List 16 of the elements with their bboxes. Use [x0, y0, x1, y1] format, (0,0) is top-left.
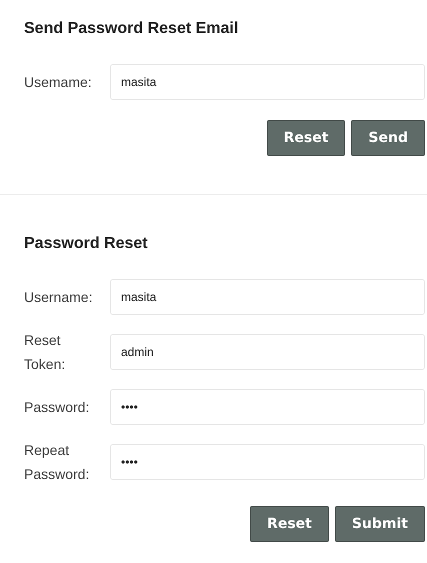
form-button[interactable]: Send [351, 120, 425, 156]
input-field[interactable]: •••• [110, 444, 425, 480]
input-field[interactable]: masita [110, 64, 425, 100]
field-label: Usemame: [24, 73, 93, 92]
field-label: Repeat Password: [24, 441, 90, 484]
field-label: Reset Token: [24, 331, 66, 374]
form-button[interactable]: Submit [334, 506, 425, 542]
field-label: Password: [24, 398, 90, 417]
form-button[interactable]: Reset [250, 506, 329, 542]
section-title: Password Reset [24, 235, 149, 253]
input-field[interactable]: •••• [110, 389, 425, 425]
section-title: Send Password Reset Email [24, 20, 240, 38]
form-button[interactable]: Reset [266, 120, 346, 156]
input-field[interactable]: masita [110, 279, 425, 315]
input-field[interactable]: admin [110, 334, 425, 370]
field-label: Username: [24, 288, 94, 307]
